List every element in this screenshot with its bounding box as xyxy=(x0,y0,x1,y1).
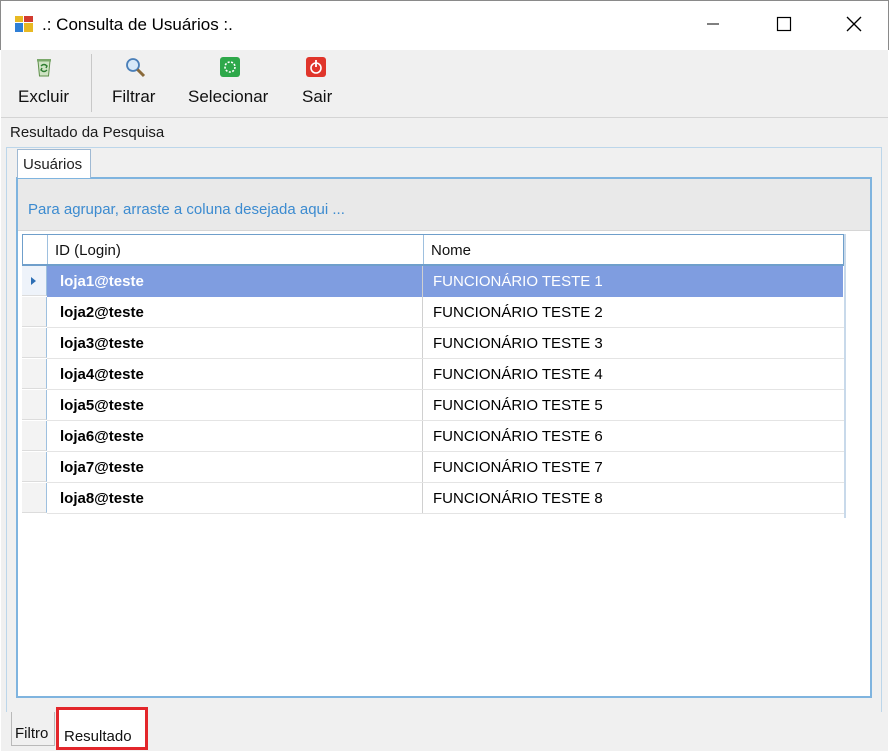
row-selector[interactable] xyxy=(22,421,47,451)
cell-nome[interactable]: FUNCIONÁRIO TESTE 7 xyxy=(423,452,843,483)
selecionar-button[interactable]: Selecionar xyxy=(184,50,280,116)
tab-usuarios-label: Usuários xyxy=(23,156,83,173)
header-row-selector[interactable] xyxy=(23,235,48,264)
cell-id-login[interactable]: loja2@teste xyxy=(47,297,423,328)
minimize-icon xyxy=(707,23,719,25)
cell-nome[interactable]: FUNCIONÁRIO TESTE 8 xyxy=(423,483,843,514)
cell-nome[interactable]: FUNCIONÁRIO TESTE 3 xyxy=(423,328,843,359)
tab-filtro[interactable]: Filtro xyxy=(11,712,55,746)
column-header-nome[interactable]: Nome xyxy=(424,235,844,264)
recycle-bin-icon xyxy=(37,59,51,77)
title-bar: .: Consulta de Usuários :. xyxy=(0,0,889,50)
group-title: Resultado da Pesquisa xyxy=(10,124,165,141)
maximize-button[interactable] xyxy=(749,1,819,47)
cell-id-login[interactable]: loja4@teste xyxy=(47,359,423,390)
cell-nome[interactable]: FUNCIONÁRIO TESTE 5 xyxy=(423,390,843,421)
toolbar: Excluir Filtrar Selecionar Sair xyxy=(1,50,888,118)
cell-nome[interactable]: FUNCIONÁRIO TESTE 6 xyxy=(423,421,843,452)
close-button[interactable] xyxy=(819,1,889,47)
current-row-arrow-icon xyxy=(31,277,36,285)
minimize-button[interactable] xyxy=(678,1,748,47)
users-grid: ID (Login) Nome loja1@teste FUNCIONÁRIO … xyxy=(22,234,846,518)
table-row[interactable]: loja6@teste FUNCIONÁRIO TESTE 6 xyxy=(22,421,844,452)
cell-nome[interactable]: FUNCIONÁRIO TESTE 4 xyxy=(423,359,843,390)
cell-nome[interactable]: FUNCIONÁRIO TESTE 1 xyxy=(423,266,843,297)
group-by-hint: Para agrupar, arraste a coluna desejada … xyxy=(28,201,345,218)
excluir-label: Excluir xyxy=(18,87,70,106)
table-row[interactable]: loja2@teste FUNCIONÁRIO TESTE 2 xyxy=(22,297,844,328)
cell-id-login[interactable]: loja1@teste xyxy=(47,266,423,297)
tab-filtro-label: Filtro xyxy=(15,725,49,742)
row-divider xyxy=(47,513,844,514)
select-green-icon xyxy=(220,57,240,77)
cell-id-login[interactable]: loja3@teste xyxy=(47,328,423,359)
row-selector[interactable] xyxy=(22,359,47,389)
column-header-id-login[interactable]: ID (Login) xyxy=(48,235,424,264)
row-selector[interactable] xyxy=(22,452,47,482)
table-row[interactable]: loja8@teste FUNCIONÁRIO TESTE 8 xyxy=(22,483,844,514)
grid-right-edge xyxy=(844,234,846,518)
cell-id-login[interactable]: loja5@teste xyxy=(47,390,423,421)
table-row[interactable]: loja1@teste FUNCIONÁRIO TESTE 1 xyxy=(22,266,844,297)
row-selector[interactable] xyxy=(22,390,47,420)
table-row[interactable]: loja4@teste FUNCIONÁRIO TESTE 4 xyxy=(22,359,844,390)
filtrar-button[interactable]: Filtrar xyxy=(104,50,174,116)
maximize-icon xyxy=(776,16,792,32)
cell-nome[interactable]: FUNCIONÁRIO TESTE 2 xyxy=(423,297,843,328)
row-selector[interactable] xyxy=(22,328,47,358)
close-icon xyxy=(846,16,862,32)
row-selector[interactable] xyxy=(22,266,47,296)
grid-panel: Para agrupar, arraste a coluna desejada … xyxy=(16,177,872,698)
filtrar-label: Filtrar xyxy=(112,87,156,106)
table-row[interactable]: loja7@teste FUNCIONÁRIO TESTE 7 xyxy=(22,452,844,483)
cell-id-login[interactable]: loja7@teste xyxy=(47,452,423,483)
toolbar-separator xyxy=(91,54,92,112)
selecionar-label: Selecionar xyxy=(188,87,269,106)
table-row[interactable]: loja5@teste FUNCIONÁRIO TESTE 5 xyxy=(22,390,844,421)
cell-id-login[interactable]: loja6@teste xyxy=(47,421,423,452)
tab-resultado-label: Resultado xyxy=(64,728,132,745)
magnifier-icon xyxy=(126,58,146,78)
sair-label: Sair xyxy=(302,87,333,106)
grid-header: ID (Login) Nome xyxy=(22,234,844,266)
sair-button[interactable]: Sair xyxy=(293,50,343,116)
bottom-tab-strip: Filtro Resultado xyxy=(1,707,888,751)
row-selector[interactable] xyxy=(22,297,47,327)
cell-id-login[interactable]: loja8@teste xyxy=(47,483,423,514)
group-by-area[interactable]: Para agrupar, arraste a coluna desejada … xyxy=(18,179,870,231)
table-row[interactable]: loja3@teste FUNCIONÁRIO TESTE 3 xyxy=(22,328,844,359)
tab-resultado[interactable]: Resultado xyxy=(56,707,148,750)
main-area: Resultado da Pesquisa Usuários Para agru… xyxy=(1,118,888,751)
app-window-icon xyxy=(15,16,33,32)
tab-control: Usuários Para agrupar, arraste a coluna … xyxy=(6,147,882,713)
tab-usuarios[interactable]: Usuários xyxy=(17,149,91,178)
row-selector[interactable] xyxy=(22,483,47,513)
power-red-icon xyxy=(306,57,326,77)
window-title: .: Consulta de Usuários :. xyxy=(42,15,233,34)
excluir-button[interactable]: Excluir xyxy=(11,50,81,116)
